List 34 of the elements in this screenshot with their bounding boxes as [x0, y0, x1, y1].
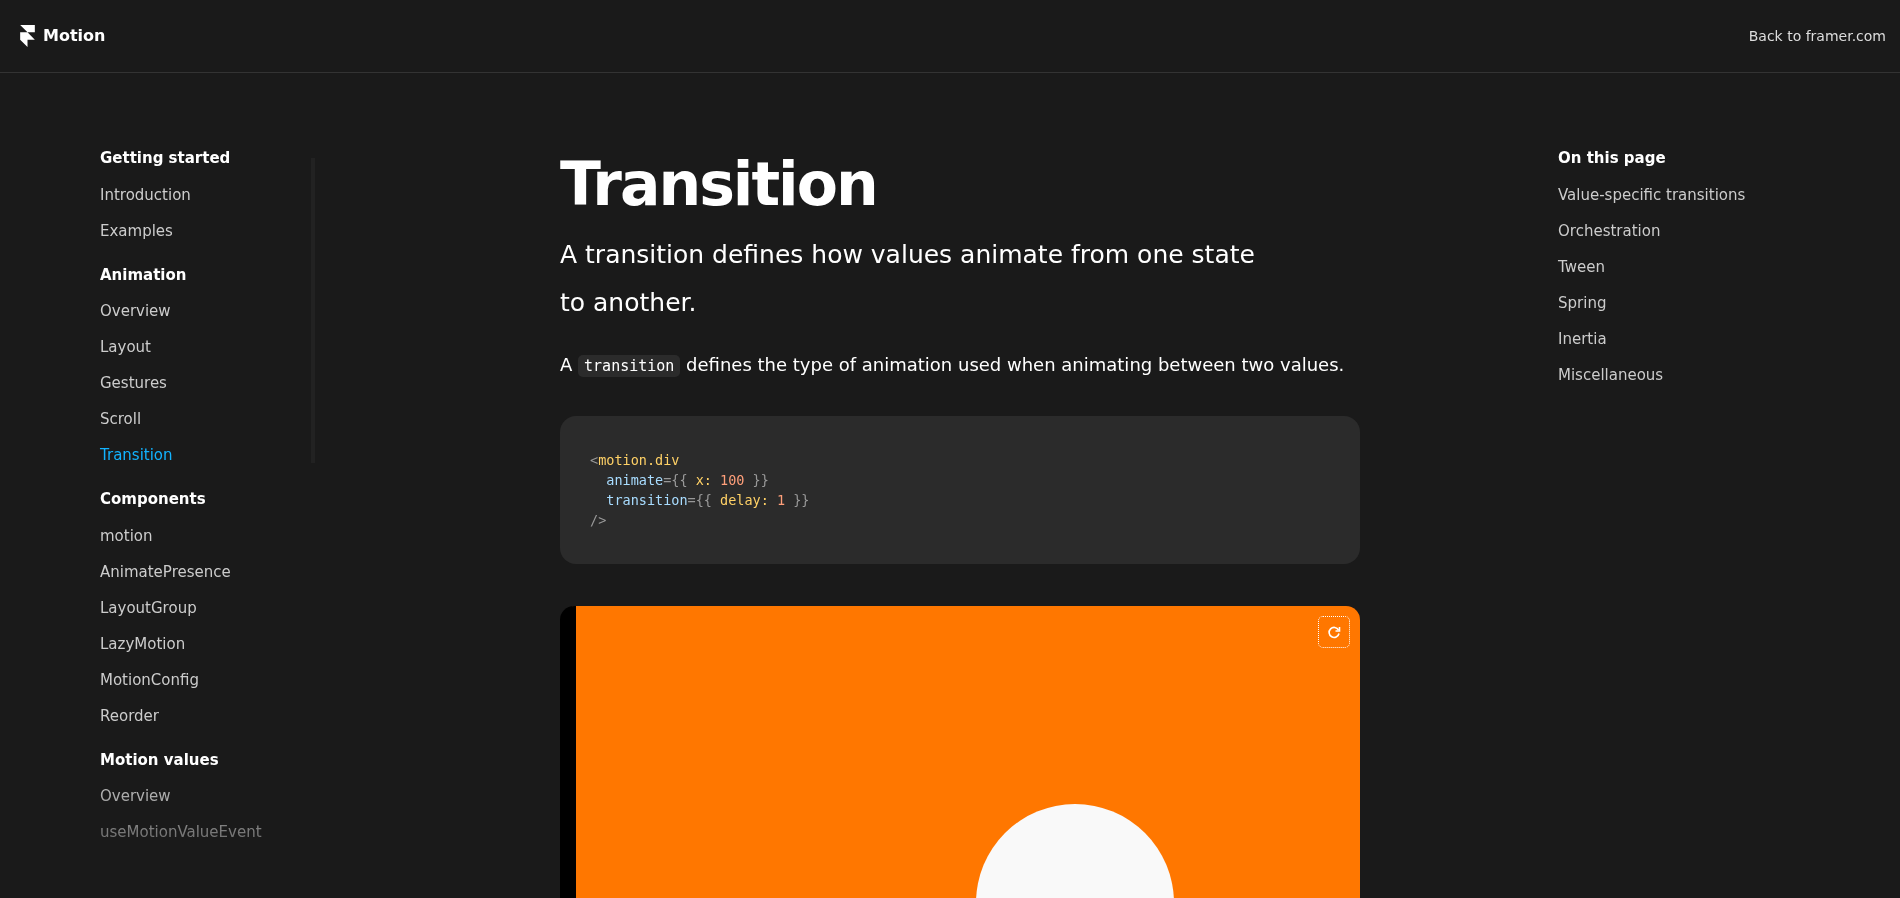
- toc-link[interactable]: Orchestration: [1558, 219, 1746, 242]
- nav-link-item[interactable]: LayoutGroup: [100, 596, 320, 619]
- nav-link-item[interactable]: Gestures: [100, 372, 320, 394]
- intro-paragraph: A transition defines the type of animation used when animating between two values.: [560, 353, 1346, 378]
- nav-link-item[interactable]: motion: [100, 524, 320, 547]
- toc-link[interactable]: Tween: [1558, 255, 1746, 278]
- toc-heading: On this page: [1558, 148, 1667, 169]
- nav-link-item[interactable]: Layout: [100, 336, 320, 358]
- toc-link[interactable]: Spring: [1558, 291, 1746, 314]
- section-heading: Motion values: [100, 749, 220, 771]
- toc-link[interactable]: Value-specific transitions: [1558, 183, 1746, 206]
- toc-link[interactable]: Inertia: [1558, 327, 1746, 350]
- section-heading: Getting started: [100, 148, 232, 169]
- back-link[interactable]: Back to framer.com: [1748, 25, 1886, 47]
- nav-link-item[interactable]: Transition: [100, 444, 320, 466]
- page-title: Transition: [560, 151, 878, 217]
- refresh-icon: [1327, 625, 1341, 639]
- nav-link-item[interactable]: Introduction: [100, 183, 320, 206]
- logo-icon: [20, 25, 35, 47]
- nav-link-item[interactable]: Scroll: [100, 408, 320, 430]
- nav-link-item[interactable]: Reorder: [100, 704, 320, 727]
- nav-link-item[interactable]: Overview: [100, 300, 320, 322]
- section-heading: Components: [100, 489, 207, 510]
- section-heading: Animation: [100, 264, 188, 286]
- nav-link-item[interactable]: AnimatePresence: [100, 560, 320, 583]
- nav-link-item[interactable]: Overview: [100, 785, 320, 807]
- toc-link[interactable]: Miscellaneous: [1558, 363, 1746, 386]
- code-block: <motion.div animate={{ x: 100 }} transition={{ delay: 1 }} />: [560, 416, 1360, 564]
- nav-link-item[interactable]: LazyMotion: [100, 632, 320, 655]
- lead-text: A transition defines how values animate from one state to another.: [560, 239, 1256, 319]
- nav-link-item[interactable]: Examples: [100, 219, 320, 242]
- nav-link-item[interactable]: MotionConfig: [100, 668, 320, 691]
- nav-link-item[interactable]: useMotionValueEvent: [100, 821, 320, 843]
- brand-name: Motion: [43, 25, 106, 47]
